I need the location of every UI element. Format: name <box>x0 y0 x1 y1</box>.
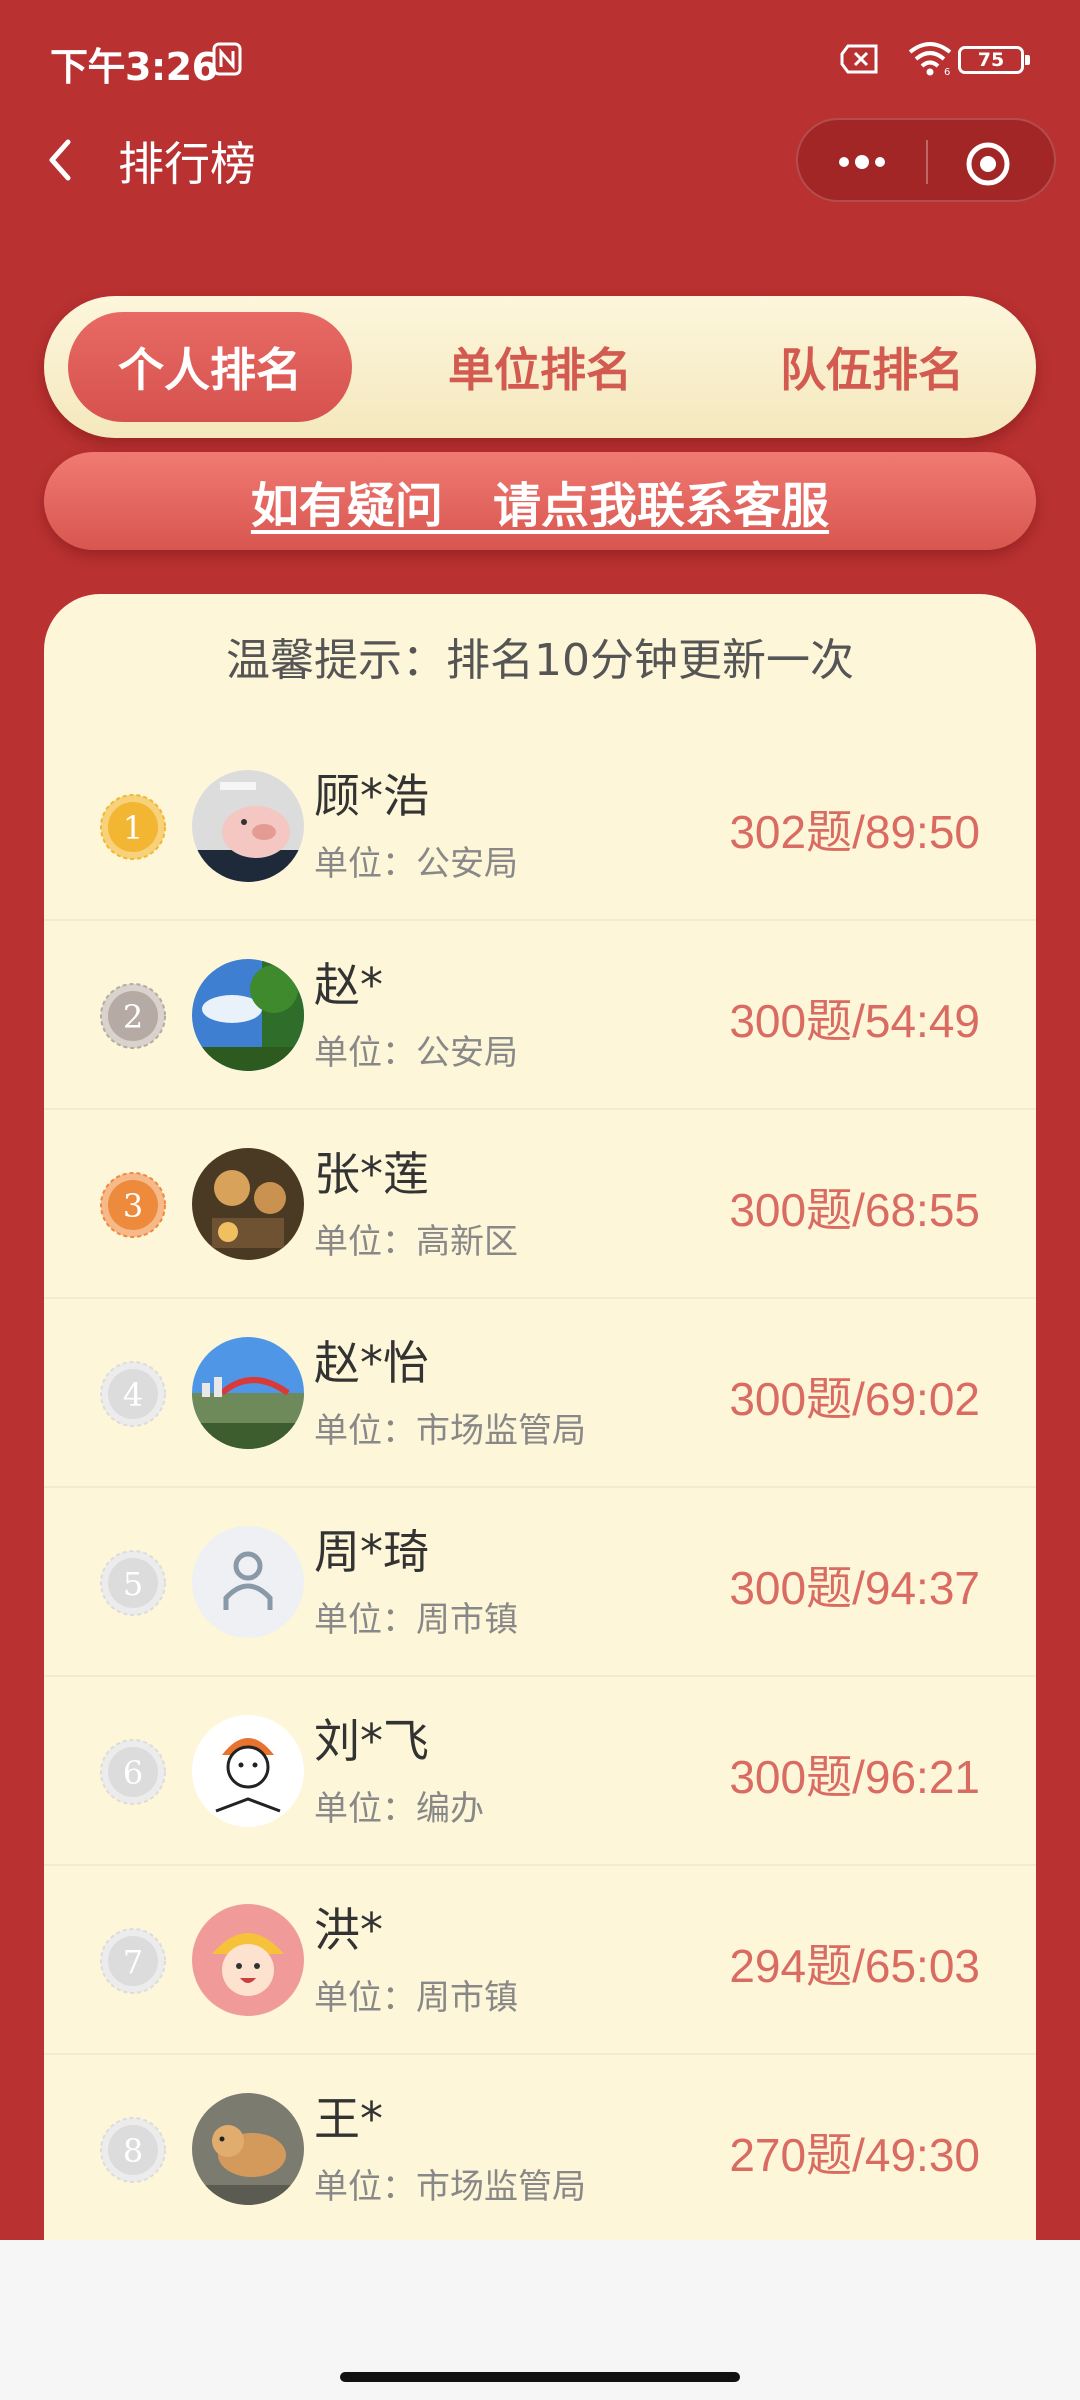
user-name: 周*琦 <box>314 1525 429 1579</box>
user-name: 赵*怡 <box>314 1336 429 1390</box>
user-score: 300题/94:37 <box>729 1562 980 1614</box>
svg-text:6: 6 <box>944 67 950 76</box>
user-name: 王* <box>314 2092 383 2146</box>
tab-unit-rank[interactable]: 单位排名 <box>398 312 682 422</box>
list-item[interactable]: 7 洪* 单位：周市镇 294题/65:03 <box>44 1866 1036 2055</box>
user-score: 300题/68:55 <box>729 1184 980 1236</box>
user-unit: 单位：周市镇 <box>314 1978 518 2018</box>
avatar <box>192 2093 304 2205</box>
avatar <box>192 1148 304 1260</box>
avatar <box>192 770 304 882</box>
more-icon[interactable] <box>832 146 892 178</box>
rank-medal-icon: 4 <box>100 1361 166 1427</box>
rank-number: 1 <box>123 809 143 847</box>
user-score: 300题/96:21 <box>729 1751 980 1803</box>
avatar <box>192 1337 304 1449</box>
home-indicator[interactable] <box>340 2372 740 2382</box>
rank-medal-icon: 5 <box>100 1550 166 1616</box>
rank-medal-icon: 6 <box>100 1739 166 1805</box>
rank-number: 6 <box>123 1754 143 1792</box>
rank-number: 8 <box>123 2132 143 2170</box>
list-item[interactable]: 6 刘*飞 单位：编办 300题/96:21 <box>44 1677 1036 1866</box>
capsule-divider <box>926 140 928 184</box>
contact-service-label: 如有疑问 请点我联系客服 <box>250 478 830 534</box>
rank-tabs: 个人排名 单位排名 队伍排名 <box>44 296 1036 438</box>
update-tip: 温馨提示：排名10分钟更新一次 <box>226 635 854 686</box>
sim-off-icon <box>840 44 878 74</box>
user-score: 300题/69:02 <box>729 1373 980 1425</box>
user-name: 赵* <box>314 958 383 1012</box>
user-unit: 单位：高新区 <box>314 1222 518 1262</box>
bronze-medal-icon: 3 <box>100 1172 166 1238</box>
rank-number: 2 <box>123 998 143 1036</box>
close-miniprogram-icon[interactable] <box>964 140 1012 188</box>
rank-medal-icon: 7 <box>100 1928 166 1994</box>
rank-medal-icon: 8 <box>100 2117 166 2183</box>
rank-number: 7 <box>123 1943 143 1981</box>
avatar <box>192 959 304 1071</box>
user-name: 刘*飞 <box>314 1714 429 1768</box>
rank-number: 4 <box>123 1376 143 1414</box>
rank-number: 3 <box>123 1187 143 1225</box>
list-item[interactable]: 4 赵*怡 单位：市场监管局 300题/69:02 <box>44 1299 1036 1488</box>
list-item[interactable]: 1 顾*浩 单位：公安局 302题/89:50 <box>44 732 1036 921</box>
ranking-card: 温馨提示：排名10分钟更新一次 1 顾*浩 单位：公安局 302题/89:50 … <box>44 594 1036 2244</box>
rank-number: 5 <box>123 1565 143 1603</box>
nfc-icon <box>212 42 242 76</box>
back-icon[interactable] <box>40 132 80 188</box>
user-unit: 单位：市场监管局 <box>314 1411 586 1451</box>
miniprogram-capsule <box>796 118 1056 202</box>
user-score: 300题/54:49 <box>729 995 980 1047</box>
battery-level: 75 <box>977 49 1005 71</box>
battery-icon: 75 <box>958 46 1030 74</box>
user-score: 302题/89:50 <box>729 806 980 858</box>
list-item[interactable]: 5 周*琦 单位：周市镇 300题/94:37 <box>44 1488 1036 1677</box>
user-unit: 单位：编办 <box>314 1789 484 1829</box>
avatar <box>192 1715 304 1827</box>
user-unit: 单位：周市镇 <box>314 1600 518 1640</box>
contact-service-button[interactable]: 如有疑问 请点我联系客服 <box>44 452 1036 550</box>
list-item[interactable]: 3 张*莲 单位：高新区 300题/68:55 <box>44 1110 1036 1299</box>
user-score: 294题/65:03 <box>729 1940 980 1992</box>
user-unit: 单位：公安局 <box>314 1033 518 1073</box>
status-time: 下午3:26 <box>50 45 218 89</box>
gold-medal-icon: 1 <box>100 794 166 860</box>
wifi-icon: 6 <box>908 42 952 76</box>
default-user-avatar-icon <box>192 1526 304 1638</box>
user-unit: 单位：市场监管局 <box>314 2167 586 2207</box>
user-name: 张*莲 <box>314 1147 429 1201</box>
tab-team-rank[interactable]: 队伍排名 <box>730 312 1014 422</box>
status-bar: 下午3:26 6 75 <box>0 0 1080 116</box>
avatar <box>192 1904 304 2016</box>
page-title: 排行榜 <box>118 137 256 191</box>
user-name: 顾*浩 <box>314 769 429 823</box>
tab-personal-rank[interactable]: 个人排名 <box>68 312 352 422</box>
list-item[interactable]: 2 赵* 单位：公安局 300题/54:49 <box>44 921 1036 1110</box>
user-score: 270题/49:30 <box>729 2129 980 2181</box>
user-name: 洪* <box>314 1903 383 1957</box>
list-item[interactable]: 8 王* 单位：市场监管局 270题/49:30 <box>44 2055 1036 2244</box>
user-unit: 单位：公安局 <box>314 844 518 884</box>
silver-medal-icon: 2 <box>100 983 166 1049</box>
